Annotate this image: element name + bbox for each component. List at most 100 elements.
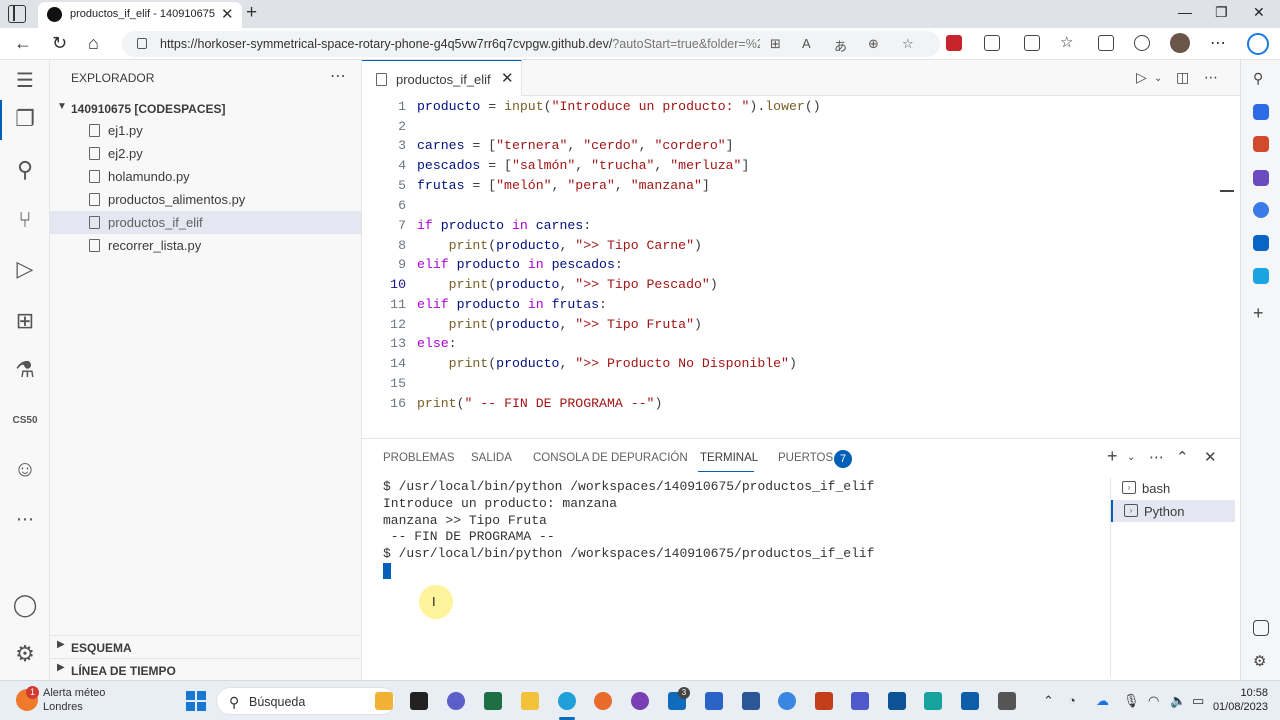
favorites-icon[interactable]: ☆: [1060, 33, 1073, 51]
tab-terminal[interactable]: TERMINAL: [700, 452, 758, 464]
tray-app-icon[interactable]: ◔: [1068, 693, 1076, 708]
tools-icon[interactable]: [1253, 136, 1269, 152]
code-editor[interactable]: 1 2 3 4 5 6 7 8 9 10 11 12 13 14 15 16 p…: [362, 96, 1240, 438]
excel-icon[interactable]: [484, 692, 502, 710]
maximize-icon[interactable]: ❐: [1215, 4, 1228, 21]
terminal-item-python[interactable]: › Python: [1111, 500, 1235, 522]
store-icon[interactable]: [888, 692, 906, 710]
weather-title[interactable]: Alerta méteo: [43, 687, 105, 699]
refresh-icon[interactable]: ↻: [52, 33, 67, 54]
address-bar[interactable]: https://horkoser-symmetrical-space-rotar…: [122, 31, 940, 57]
accounts-icon[interactable]: ◯: [12, 592, 38, 618]
tab-output[interactable]: SALIDA: [471, 452, 512, 464]
split-screen-icon[interactable]: [1024, 35, 1040, 51]
home-icon[interactable]: ⌂: [88, 33, 99, 54]
task-view-icon[interactable]: [410, 692, 428, 710]
explorer-icon[interactable]: ❐: [12, 106, 38, 132]
close-editor-icon[interactable]: ✕: [501, 69, 514, 87]
collections-icon[interactable]: [1098, 35, 1114, 51]
chat-icon[interactable]: [447, 692, 465, 710]
tab-problems[interactable]: PROBLEMAS: [383, 452, 455, 464]
file-explorer-icon[interactable]: [521, 692, 539, 710]
file-item[interactable]: productos_alimentos.py: [50, 188, 361, 211]
windows-start-icon[interactable]: [186, 691, 206, 711]
weather-location[interactable]: Londres: [43, 701, 83, 713]
tray-chevron-icon[interactable]: ⌃: [1043, 693, 1054, 709]
settings-app-icon[interactable]: [778, 692, 796, 710]
file-item[interactable]: recorrer_lista.py: [50, 234, 361, 257]
more-views-icon[interactable]: ⋯: [12, 506, 38, 532]
panel-more-icon[interactable]: ⋯: [1149, 448, 1164, 466]
manage-gear-icon[interactable]: ⚙: [12, 641, 38, 667]
microsoft-365-icon[interactable]: [1253, 202, 1269, 218]
battery-icon[interactable]: ▭: [1192, 693, 1204, 709]
shopping-icon[interactable]: [1253, 104, 1269, 120]
browser-tab[interactable]: productos_if_elif - 140910675 [C... ✕: [38, 2, 242, 28]
tab-ports[interactable]: PUERTOS: [778, 452, 833, 464]
file-item[interactable]: holamundo.py: [50, 165, 361, 188]
taskbar-search[interactable]: ⚲ Búsqueda: [216, 687, 396, 715]
scrollbar-marker[interactable]: [1220, 190, 1234, 192]
image-app-icon[interactable]: [961, 692, 979, 710]
editor-tab[interactable]: productos_if_elif ✕: [362, 60, 522, 96]
edge-icon[interactable]: [558, 692, 576, 710]
teams-icon[interactable]: [851, 692, 869, 710]
new-terminal-icon[interactable]: +: [1107, 446, 1118, 467]
explorer-more-icon[interactable]: ⋯: [330, 66, 346, 86]
close-tab-icon[interactable]: ✕: [221, 5, 234, 23]
close-panel-icon[interactable]: ✕: [1204, 448, 1217, 466]
timeline-section[interactable]: ▶ LÍNEA DE TIEMPO: [50, 658, 362, 680]
wifi-icon[interactable]: ◠: [1148, 693, 1159, 709]
games-icon[interactable]: [1253, 170, 1269, 186]
close-window-icon[interactable]: ✕: [1253, 4, 1265, 21]
lock-icon[interactable]: [137, 38, 147, 49]
workspace-header[interactable]: ▼ 140910675 [CODESPACES]: [50, 98, 362, 120]
outline-section[interactable]: ▶ ESQUEMA: [50, 635, 362, 657]
editor-more-icon[interactable]: ⋯: [1204, 69, 1218, 86]
cs50-icon[interactable]: CS50: [12, 408, 38, 434]
maximize-panel-icon[interactable]: ⌃: [1176, 448, 1189, 466]
zoom-icon[interactable]: ⊕: [868, 36, 879, 52]
onedrive-icon[interactable]: ☁: [1096, 693, 1109, 709]
extension-icon[interactable]: [946, 35, 962, 51]
volume-icon[interactable]: 🔈: [1170, 693, 1186, 709]
word-icon[interactable]: [742, 692, 760, 710]
settings-more-icon[interactable]: ⋯: [1210, 33, 1226, 53]
back-icon[interactable]: ←: [14, 33, 32, 54]
clock-date[interactable]: 01/08/2023: [1208, 701, 1268, 713]
chevron-down-icon[interactable]: ⌄: [1127, 452, 1135, 463]
app-available-icon[interactable]: ⊞: [770, 36, 781, 52]
extensions-icon[interactable]: ⊞: [12, 308, 38, 334]
source-control-icon[interactable]: ⑂: [12, 207, 38, 233]
powerpoint-icon[interactable]: [815, 692, 833, 710]
testing-icon[interactable]: ⚗: [12, 357, 38, 383]
file-item[interactable]: ej1.py: [50, 119, 361, 142]
app-icon[interactable]: [631, 692, 649, 710]
extensions-puzzle-icon[interactable]: [984, 35, 1000, 51]
file-item[interactable]: ej2.py: [50, 142, 361, 165]
favorite-star-icon[interactable]: ☆: [902, 36, 914, 52]
terminal-item-bash[interactable]: › bash: [1111, 477, 1235, 499]
profile-avatar[interactable]: [1170, 33, 1190, 53]
clock-time[interactable]: 10:58: [1216, 687, 1268, 699]
sidebar-settings-icon[interactable]: ⚙: [1253, 652, 1269, 670]
search-icon[interactable]: ⚲: [12, 157, 38, 183]
menu-icon[interactable]: ☰: [12, 68, 38, 94]
search-highlight-icon[interactable]: [375, 692, 393, 710]
chevron-down-icon[interactable]: ⌄: [1154, 73, 1162, 84]
run-debug-icon[interactable]: ▷: [12, 256, 38, 282]
run-python-icon[interactable]: ▷: [1136, 69, 1147, 86]
read-aloud-icon[interactable]: A: [802, 36, 811, 51]
outlook-icon[interactable]: [1253, 235, 1269, 251]
calculator-icon[interactable]: [998, 692, 1016, 710]
minimize-icon[interactable]: —: [1178, 4, 1192, 20]
notes-icon[interactable]: [924, 692, 942, 710]
new-tab-icon[interactable]: +: [246, 2, 257, 24]
sidebar-toggle-icon[interactable]: [1253, 620, 1269, 636]
firefox-icon[interactable]: [594, 692, 612, 710]
search-icon[interactable]: ⚲: [1253, 70, 1269, 86]
duck-debugger-icon[interactable]: ☺: [12, 456, 38, 482]
translate-icon[interactable]: あ: [834, 36, 847, 55]
add-icon[interactable]: +: [1253, 303, 1269, 323]
tab-debug-console[interactable]: CONSOLA DE DEPURACIÓN: [533, 452, 688, 464]
